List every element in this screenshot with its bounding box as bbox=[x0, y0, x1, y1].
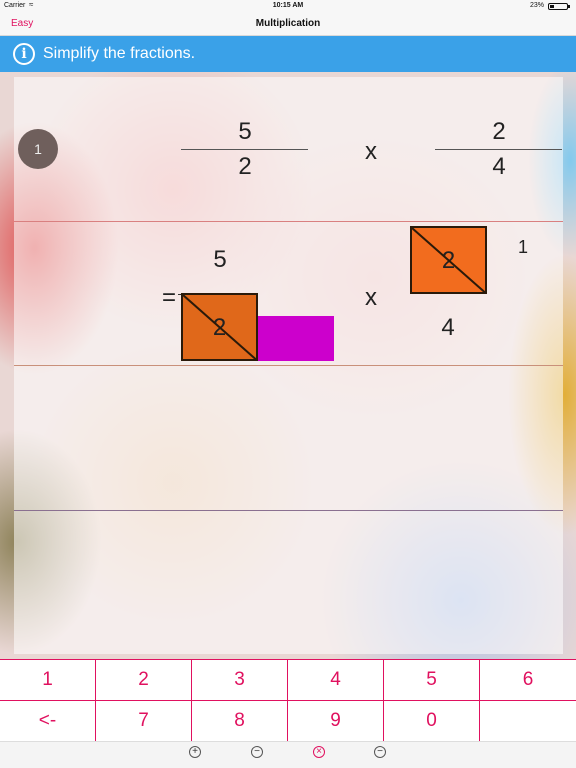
row-divider bbox=[14, 221, 563, 222]
key-7[interactable]: 7 bbox=[96, 701, 192, 742]
key-8[interactable]: 8 bbox=[192, 701, 288, 742]
fraction2-numerator: 2 bbox=[492, 118, 506, 145]
bottom-toolbar: + − × − bbox=[0, 741, 576, 768]
clear-icon[interactable]: × bbox=[313, 746, 325, 758]
key-4[interactable]: 4 bbox=[288, 660, 384, 701]
battery-percent: 23% bbox=[529, 2, 544, 9]
fraction2-bar bbox=[435, 149, 562, 150]
row-divider bbox=[14, 365, 563, 366]
zoom-out-icon[interactable]: − bbox=[251, 746, 263, 758]
work-fraction1-numerator: 5 bbox=[213, 246, 227, 273]
crossed-numerator-box[interactable]: 2 bbox=[410, 226, 487, 294]
clock: 10:15 AM bbox=[272, 2, 304, 9]
reduced-numerator: 1 bbox=[518, 237, 529, 257]
key-9[interactable]: 9 bbox=[288, 701, 384, 742]
battery-icon bbox=[548, 3, 570, 10]
minus-icon[interactable]: − bbox=[374, 746, 386, 758]
equals-sign: = bbox=[162, 284, 177, 311]
zoom-in-icon[interactable]: + bbox=[189, 746, 201, 758]
fraction1-bar bbox=[181, 149, 308, 150]
page-title: Multiplication bbox=[255, 18, 321, 29]
work-fraction2-denominator: 4 bbox=[441, 314, 455, 341]
key-1[interactable]: 1 bbox=[0, 660, 96, 701]
fraction2-denominator: 4 bbox=[492, 153, 506, 180]
row-divider bbox=[14, 510, 563, 511]
navigation-bar: Easy Multiplication bbox=[0, 12, 576, 36]
multiply-operator: x bbox=[365, 138, 377, 165]
key-3[interactable]: 3 bbox=[192, 660, 288, 701]
strike-line bbox=[183, 295, 256, 359]
fraction1-numerator: 5 bbox=[238, 118, 252, 145]
fraction1-denominator: 2 bbox=[238, 153, 252, 180]
key-backspace[interactable]: <- bbox=[0, 701, 96, 742]
work-multiply-operator: x bbox=[365, 284, 377, 311]
status-bar: Carrier ≈ 10:15 AM 23% bbox=[0, 0, 576, 12]
instruction-banner: i Simplify the fractions. bbox=[0, 36, 576, 72]
number-keypad: 1 2 3 4 5 6 <- 7 8 9 0 bbox=[0, 659, 576, 742]
crossed-denominator-box[interactable]: 2 bbox=[181, 293, 258, 361]
info-icon[interactable]: i bbox=[13, 43, 35, 65]
key-5[interactable]: 5 bbox=[384, 660, 480, 701]
key-blank bbox=[480, 701, 576, 742]
strike-line bbox=[412, 228, 485, 292]
problem-number-badge: 1 bbox=[18, 129, 58, 169]
key-6[interactable]: 6 bbox=[480, 660, 576, 701]
answer-input-slot[interactable] bbox=[258, 316, 334, 361]
key-0[interactable]: 0 bbox=[384, 701, 480, 742]
instruction-text: Simplify the fractions. bbox=[43, 45, 196, 62]
key-2[interactable]: 2 bbox=[96, 660, 192, 701]
